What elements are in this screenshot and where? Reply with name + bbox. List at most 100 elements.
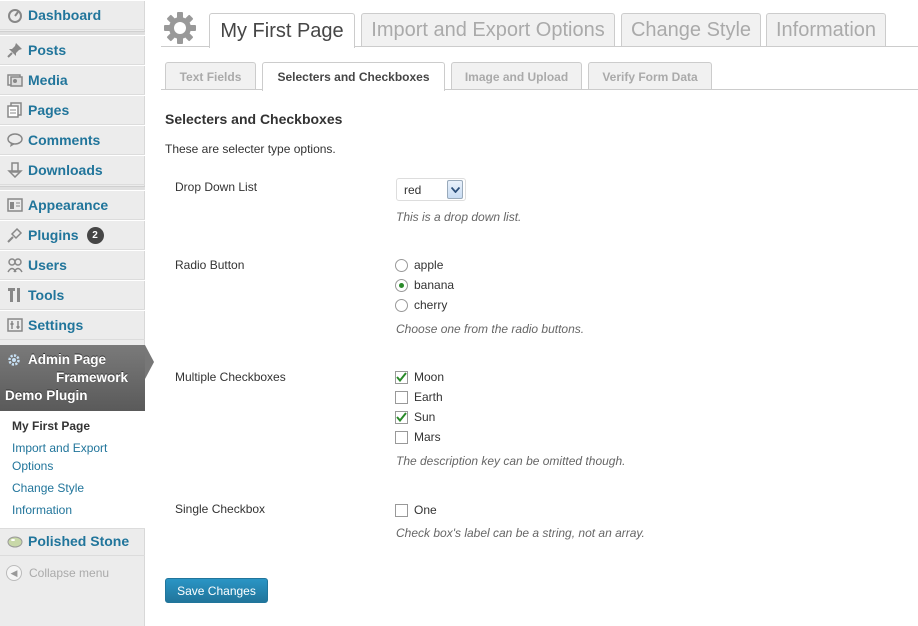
single-checkbox-label: Single Checkbox [175, 502, 266, 516]
menu-label: Comments [28, 132, 101, 148]
menu-item-pages[interactable]: Pages [0, 95, 145, 125]
single-checkbox-description: Check box's label can be a string, not a… [396, 526, 645, 540]
menu-item-plugins[interactable]: Plugins 2 [0, 220, 145, 250]
download-icon [6, 161, 24, 179]
checkbox-option-label: Moon [414, 370, 445, 384]
menu-label: Users [28, 257, 67, 273]
dropdown-description: This is a drop down list. [396, 210, 522, 224]
tab-information[interactable]: Information [766, 13, 886, 47]
radio-option-cherry[interactable]: cherry [395, 298, 447, 312]
color-dropdown[interactable]: red [396, 178, 466, 201]
menu-item-downloads[interactable]: Downloads [0, 155, 145, 185]
radio-option-label: apple [414, 258, 444, 272]
checkbox[interactable] [395, 503, 408, 517]
checkbox-option-sun[interactable]: Sun [395, 410, 435, 424]
checkbox-option-moon[interactable]: Moon [395, 370, 444, 384]
checkbox-option-label: One [414, 503, 437, 517]
checkbox-option-earth[interactable]: Earth [395, 390, 443, 404]
collapse-menu-button[interactable]: ◀ Collapse menu [6, 565, 109, 581]
save-changes-button[interactable]: Save Changes [165, 578, 268, 603]
menu-item-users[interactable]: Users [0, 250, 145, 280]
submenu-item-import-export-options[interactable]: Options [12, 457, 137, 475]
checkmark-icon [396, 412, 407, 422]
menu-item-tools[interactable]: Tools [0, 280, 145, 310]
radio-option-banana[interactable]: banana [395, 278, 454, 292]
plugin-update-count-badge: 2 [86, 226, 104, 244]
radio-label: Radio Button [175, 258, 245, 272]
checkbox-option-label: Earth [414, 390, 443, 404]
checkbox[interactable] [395, 390, 408, 404]
tools-icon [6, 286, 24, 304]
menu-label: Dashboard [28, 7, 102, 23]
checkbox-checked[interactable] [395, 370, 408, 384]
radio-option-label: banana [414, 278, 455, 292]
menu-item-admin-page-framework[interactable]: Admin Page Framework Demo Plugin [0, 345, 154, 411]
menu-label: Tools [28, 287, 65, 303]
menu-item-media[interactable]: Media [0, 65, 145, 95]
plug-icon [6, 226, 24, 244]
subtab-verify-form-data[interactable]: Verify Form Data [588, 62, 712, 90]
radio-option-label: cherry [414, 298, 448, 312]
stone-icon [6, 532, 24, 550]
checkbox-checked[interactable] [395, 410, 408, 424]
menu-label: Media [28, 72, 68, 88]
section-title: Selecters and Checkboxes [165, 111, 343, 127]
collapse-arrow-icon: ◀ [6, 565, 22, 581]
radio-option-apple[interactable]: apple [395, 258, 443, 272]
section-description: These are selecter type options. [165, 142, 336, 156]
menu-item-posts[interactable]: Posts [0, 35, 145, 65]
media-icon [6, 71, 24, 89]
subtab-image-upload[interactable]: Image and Upload [451, 62, 582, 90]
comment-bubble-icon [6, 131, 24, 149]
admin-sidebar: Dashboard Posts Media Pages Comments Dow… [0, 0, 154, 626]
radio-button-selected[interactable] [395, 278, 408, 292]
checkbox[interactable] [395, 430, 408, 444]
tab-import-export-options[interactable]: Import and Export Options [361, 13, 615, 47]
menu-item-polished-stone[interactable]: Polished Stone [0, 526, 145, 556]
radio-button[interactable] [395, 298, 408, 312]
users-icon [6, 256, 24, 274]
collapse-menu-label: Collapse menu [29, 566, 110, 580]
menu-label: Appearance [28, 197, 109, 213]
checkboxes-description: The description key can be omitted thoug… [396, 454, 626, 468]
submenu-item-my-first-page[interactable]: My First Page [12, 417, 137, 435]
submenu-item-information[interactable]: Information [12, 501, 137, 519]
dropdown-value: red [404, 182, 422, 197]
active-menu-arrow [145, 345, 154, 379]
checkbox-option-label: Mars [414, 430, 441, 444]
menu-label: Posts [28, 42, 67, 58]
menu-label: Plugins [28, 227, 79, 243]
submenu-item-import-export[interactable]: Import and Export [12, 439, 137, 457]
active-menu-label: Admin Page Framework Demo Plugin [5, 352, 129, 403]
subtab-text-fields[interactable]: Text Fields [165, 62, 256, 90]
radio-description: Choose one from the radio buttons. [396, 322, 585, 336]
settings-icon [6, 316, 24, 334]
dashboard-icon [6, 6, 24, 24]
tab-change-style[interactable]: Change Style [621, 13, 761, 47]
checkbox-option-label: Sun [414, 410, 436, 424]
submenu: My First Page Import and Export Options … [0, 411, 145, 529]
subtab-selecters-checkboxes[interactable]: Selecters and Checkboxes [262, 62, 445, 91]
radio-button[interactable] [395, 258, 408, 272]
appearance-icon [6, 196, 24, 214]
menu-label: Settings [28, 317, 84, 333]
menu-item-settings[interactable]: Settings [0, 310, 145, 340]
pushpin-icon [6, 41, 24, 59]
menu-item-comments[interactable]: Comments [0, 125, 145, 155]
radio-dot [399, 282, 404, 288]
tab-my-first-page[interactable]: My First Page [209, 13, 355, 48]
menu-item-appearance[interactable]: Appearance [0, 190, 145, 220]
menu-label: Downloads [28, 162, 103, 178]
menu-label: Pages [28, 102, 70, 118]
menu-label: Polished Stone [28, 533, 130, 549]
chevron-down-icon [447, 180, 463, 199]
dropdown-label: Drop Down List [175, 180, 258, 194]
menu-item-dashboard[interactable]: Dashboard [0, 0, 145, 30]
checkbox-option-mars[interactable]: Mars [395, 430, 441, 444]
submenu-item-change-style[interactable]: Change Style [12, 479, 137, 497]
pages-icon [6, 101, 24, 119]
checkmark-icon [396, 372, 407, 382]
checkboxes-label: Multiple Checkboxes [175, 370, 286, 384]
gear-icon [162, 10, 198, 46]
single-checkbox-one[interactable]: One [395, 503, 437, 517]
